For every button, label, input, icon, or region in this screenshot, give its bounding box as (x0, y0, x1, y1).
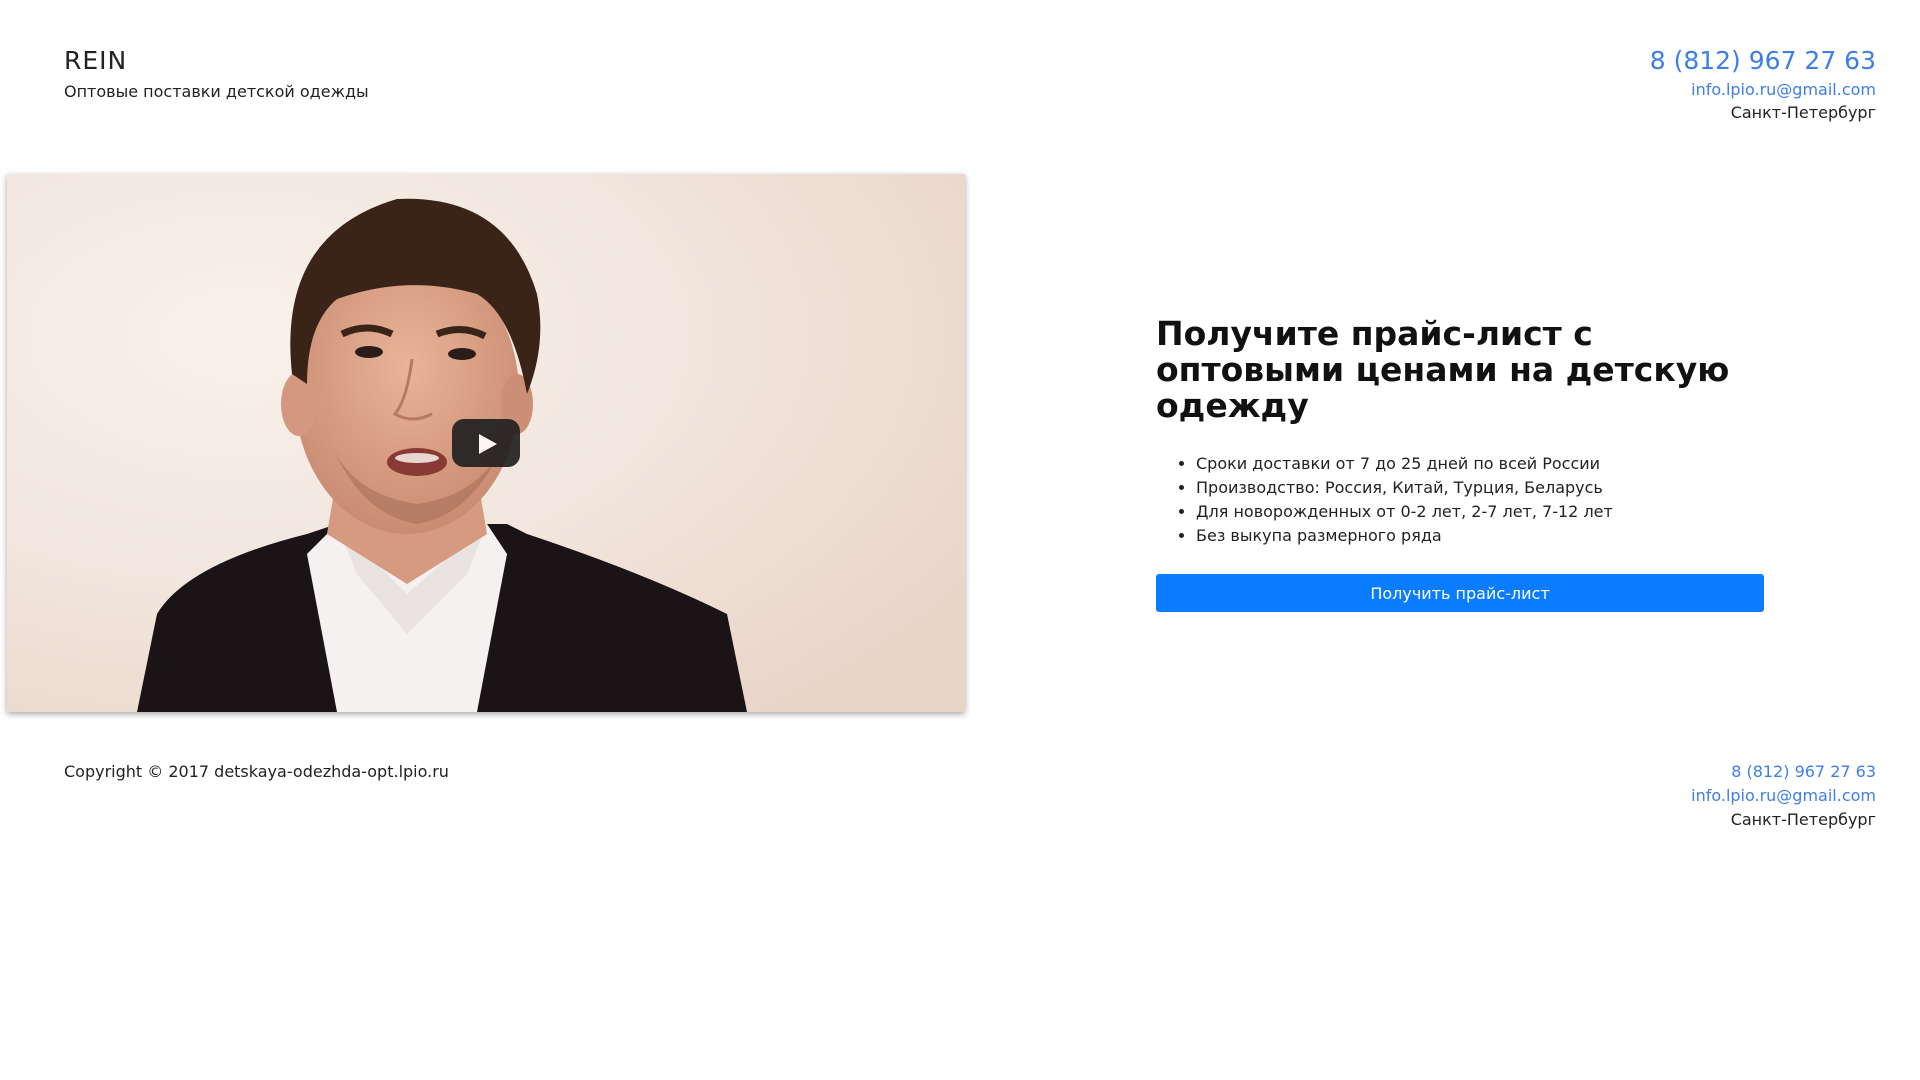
offer-title: Получите прайс-лист с оптовыми ценами на… (1156, 314, 1730, 425)
footer-contacts: 8 (812) 967 27 63 info.lpio.ru@gmail.com… (1691, 760, 1876, 832)
video-player[interactable] (7, 174, 965, 712)
offer-section: Получите прайс-лист с оптовыми ценами на… (1156, 316, 1766, 612)
site-header: REIN Оптовые поставки детской одежды 8 (… (0, 0, 1920, 150)
header-contacts: 8 (812) 967 27 63 info.lpio.ru@gmail.com… (1650, 46, 1876, 125)
header-email-link[interactable]: info.lpio.ru@gmail.com (1650, 79, 1876, 101)
footer-email-link[interactable]: info.lpio.ru@gmail.com (1691, 784, 1876, 808)
get-price-list-button[interactable]: Получить прайс-лист (1156, 574, 1764, 612)
brand-name[interactable]: REIN (64, 46, 369, 75)
feature-item: Без выкупа размерного ряда (1196, 524, 1766, 548)
header-city: Санкт-Петербург (1730, 103, 1876, 122)
feature-list: Сроки доставки от 7 до 25 дней по всей Р… (1156, 452, 1766, 548)
feature-item: Производство: Россия, Китай, Турция, Бел… (1196, 476, 1766, 500)
brand: REIN Оптовые поставки детской одежды (64, 46, 369, 101)
copyright: Copyright © 2017 detskaya-odezhda-opt.lp… (64, 762, 449, 781)
footer-city: Санкт-Петербург (1730, 810, 1876, 829)
feature-item: Для новорожденных от 0-2 лет, 2-7 лет, 7… (1196, 500, 1766, 524)
site-footer: Copyright © 2017 detskaya-odezhda-opt.lp… (0, 755, 1920, 875)
header-phone-link[interactable]: 8 (812) 967 27 63 (1650, 46, 1876, 76)
play-button[interactable] (452, 419, 520, 467)
brand-tagline: Оптовые поставки детской одежды (64, 82, 369, 101)
feature-item: Сроки доставки от 7 до 25 дней по всей Р… (1196, 452, 1766, 476)
footer-phone-link[interactable]: 8 (812) 967 27 63 (1691, 760, 1876, 784)
play-icon (479, 434, 497, 454)
